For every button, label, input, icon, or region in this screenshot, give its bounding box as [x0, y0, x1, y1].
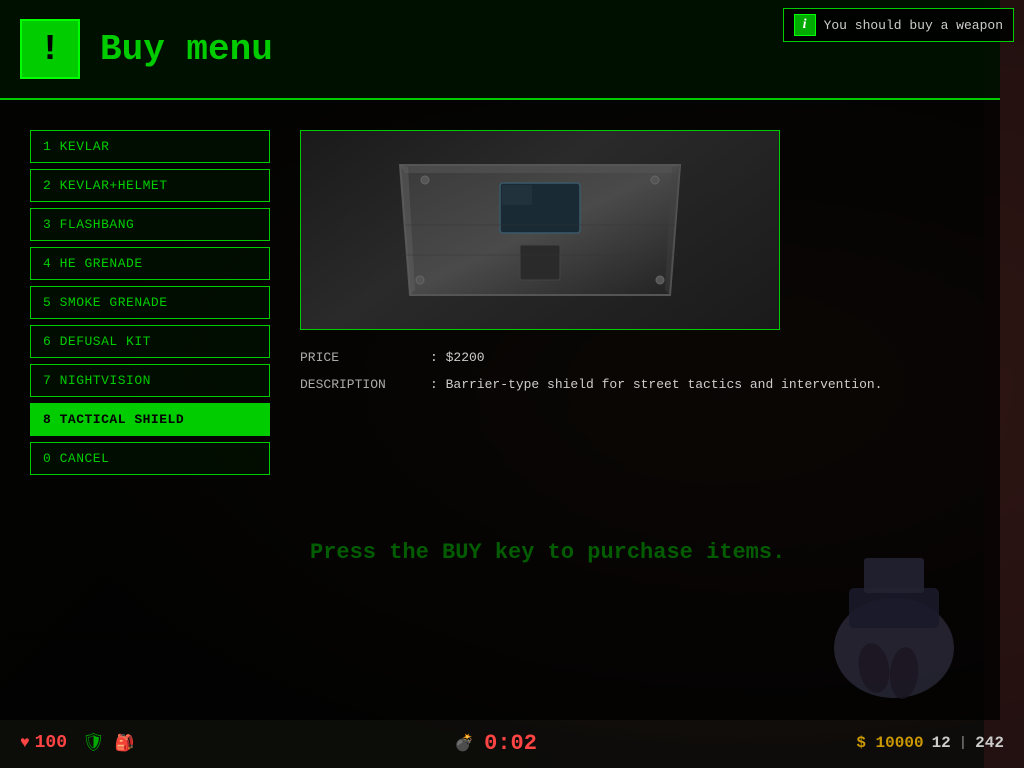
price-row: PRICE : $2200	[300, 350, 970, 365]
description-row: DESCRIPTION : Barrier-type shield for st…	[300, 377, 970, 392]
health-icon: ♥	[20, 734, 30, 752]
info-icon: i	[794, 14, 816, 36]
weapon-hand-visual	[794, 468, 994, 718]
ammo-current: 12	[932, 734, 951, 752]
tactical-shield-image	[380, 145, 700, 315]
armor-icon2: 🎒	[115, 733, 135, 753]
price-label: PRICE	[300, 350, 420, 365]
menu-item-tactical-shield[interactable]: 8 TACTICAL SHIELD	[30, 403, 270, 436]
timer-value: 0:02	[484, 731, 537, 756]
price-value: : $2200	[430, 350, 485, 365]
menu-item-defusal-kit[interactable]: 6 DEFUSAL KIT	[30, 325, 270, 358]
menu-item-smoke-grenade[interactable]: 5 SMOKE GRENADE	[30, 286, 270, 319]
item-image	[300, 130, 780, 330]
ammo-reserve: 242	[975, 734, 1004, 752]
exclaim-icon: !	[20, 19, 80, 79]
menu-item-flashbang[interactable]: 3 FLASHBANG	[30, 208, 270, 241]
notification-bar: i You should buy a weapon	[783, 8, 1014, 42]
hud-left: ♥ 100 🛡 🎒	[20, 732, 135, 754]
hud-center: 💣 0:02	[454, 731, 537, 756]
detail-panel: PRICE : $2200 DESCRIPTION : Barrier-type…	[300, 130, 970, 475]
menu-item-nightvision[interactable]: 7 NIGHTVISION	[30, 364, 270, 397]
menu-item-kevlar-helmet[interactable]: 2 KEVLAR+HELMET	[30, 169, 270, 202]
menu-item-cancel[interactable]: 0 CANCEL	[30, 442, 270, 475]
item-info: PRICE : $2200 DESCRIPTION : Barrier-type…	[300, 350, 970, 392]
press-buy-message: Press the BUY key to purchase items.	[310, 540, 785, 565]
menu-list: 1 KEVLAR 2 KEVLAR+HELMET 3 FLASHBANG 4 H…	[30, 130, 270, 475]
menu-item-he-grenade[interactable]: 4 HE GRENADE	[30, 247, 270, 280]
ammo-separator: |	[959, 735, 967, 751]
health-value: 100	[35, 733, 67, 753]
menu-item-kevlar[interactable]: 1 KEVLAR	[30, 130, 270, 163]
bomb-icon: 💣	[454, 733, 474, 753]
description-value: : Barrier-type shield for street tactics…	[430, 377, 882, 392]
description-label: DESCRIPTION	[300, 377, 420, 392]
hud-bottom: ♥ 100 🛡 🎒 💣 0:02 $ 10000 12 | 242	[0, 718, 1024, 768]
money-value: $ 10000	[856, 734, 923, 752]
hud-right: $ 10000 12 | 242	[856, 734, 1004, 752]
armor-icon: 🛡	[82, 732, 105, 754]
notification-text: You should buy a weapon	[824, 18, 1003, 33]
buy-menu-title: Buy menu	[100, 29, 273, 70]
main-content: 1 KEVLAR 2 KEVLAR+HELMET 3 FLASHBANG 4 H…	[0, 110, 1000, 495]
